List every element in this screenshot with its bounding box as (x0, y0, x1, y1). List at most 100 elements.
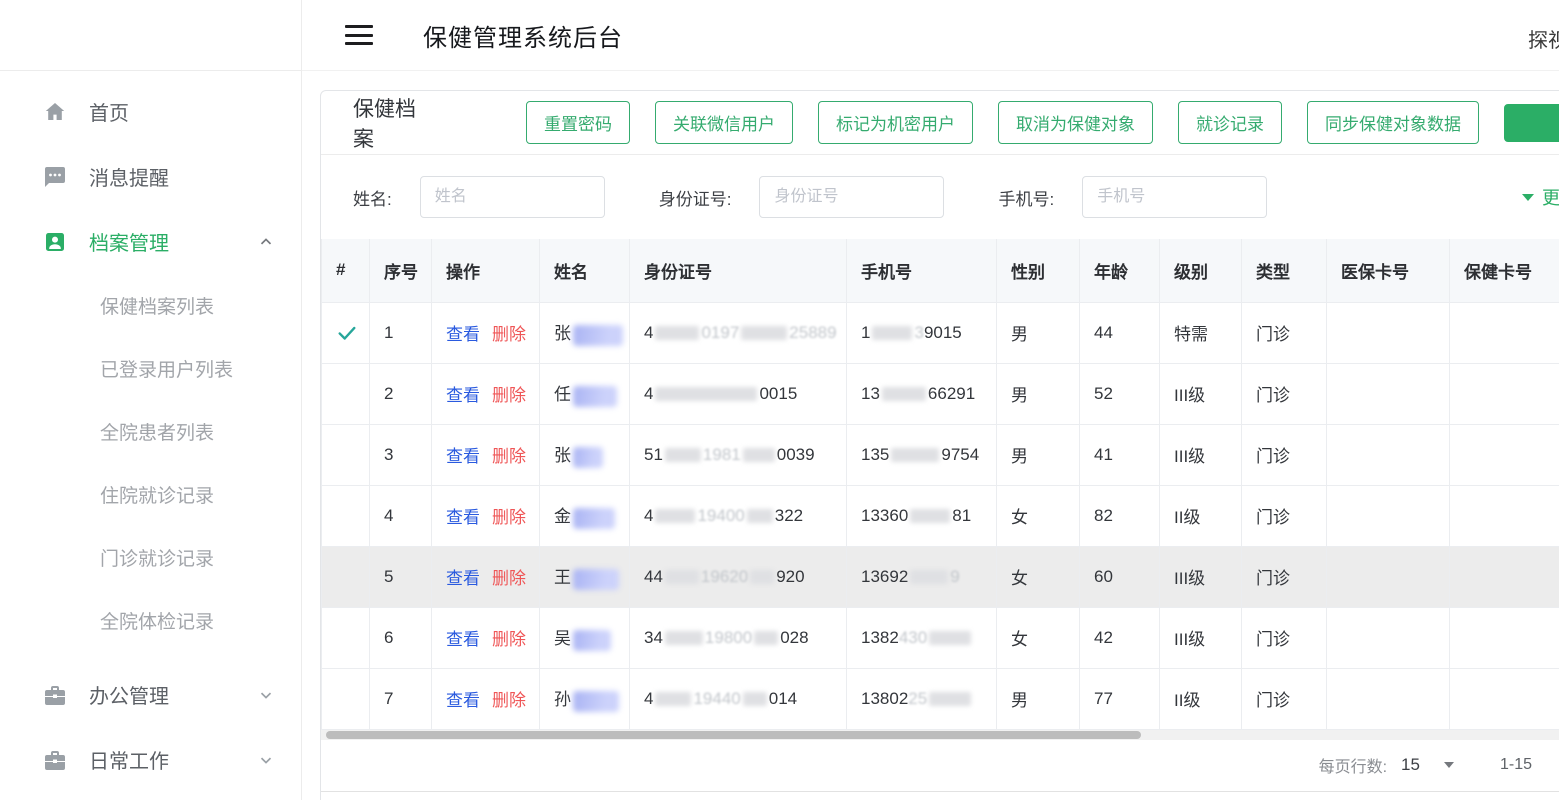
menu-hamburger-icon[interactable] (345, 25, 373, 45)
redacted-name-block (573, 447, 603, 468)
view-link[interactable]: 查看 (446, 569, 480, 588)
col-header-3: 姓名 (540, 239, 630, 302)
visible-text: 34 (644, 628, 663, 647)
table-row[interactable]: 3查看删除张51198100391359754男41III级门诊 (322, 424, 1559, 485)
visible-text: 9015 (924, 323, 962, 342)
level-cell: III级 (1160, 424, 1242, 485)
visible-text: 1 (861, 323, 870, 342)
rows-per-page-dropdown-icon[interactable] (1444, 762, 1454, 768)
table-row[interactable]: 2查看删除任400151366291男52III级门诊 (322, 363, 1559, 424)
actions-cell: 查看删除 (432, 302, 540, 363)
sidebar-subitem-2[interactable]: 全院患者列表 (0, 400, 301, 463)
scrollbar-thumb[interactable] (326, 731, 1141, 739)
health-card-cell (1450, 668, 1559, 729)
delete-link[interactable]: 删除 (492, 569, 526, 588)
filter-bar: 姓名:身份证号:手机号: 更多筛选 (321, 155, 1559, 239)
id-cell: 5119810039 (630, 424, 847, 485)
name-cell: 孙 (540, 668, 630, 729)
sidebar-item-3[interactable]: 办公管理 (0, 662, 301, 727)
delete-link[interactable]: 删除 (492, 325, 526, 344)
delete-link[interactable]: 删除 (492, 386, 526, 405)
action-button-4[interactable]: 就诊记录 (1178, 101, 1282, 144)
delete-link[interactable]: 删除 (492, 508, 526, 527)
filter-input-0[interactable] (420, 176, 605, 218)
col-header-4: 身份证号 (630, 239, 847, 302)
view-link[interactable]: 查看 (446, 325, 480, 344)
level-cell: III级 (1160, 546, 1242, 607)
redacted-block (929, 631, 971, 645)
action-button-3[interactable]: 取消为保健对象 (998, 101, 1153, 144)
view-link[interactable]: 查看 (446, 447, 480, 466)
age-cell: 82 (1080, 485, 1160, 546)
app-title: 保健管理系统后台 (423, 18, 623, 53)
filter-input-2[interactable] (1082, 176, 1267, 218)
sidebar-subitem-4[interactable]: 门诊就诊记录 (0, 526, 301, 589)
main-area: 保健管理系统后台 探视 保健档案 重置密码关联微信用户标记为机密用户取消为保健对… (302, 0, 1559, 800)
health-card-cell (1450, 607, 1559, 668)
level-cell: III级 (1160, 607, 1242, 668)
age-cell: 60 (1080, 546, 1160, 607)
sidebar-subitem-5[interactable]: 全院体检记录 (0, 589, 301, 652)
visible-text: 920 (776, 567, 804, 586)
action-button-1[interactable]: 关联微信用户 (655, 101, 793, 144)
check-cell (322, 485, 370, 546)
view-link[interactable]: 查看 (446, 691, 480, 710)
header-right-link[interactable]: 探视 (1528, 24, 1559, 53)
redacted-faint-text: 19440 (693, 689, 740, 708)
actions-cell: 查看删除 (432, 363, 540, 424)
name-cell: 张 (540, 424, 630, 485)
sidebar-subitem-1[interactable]: 已登录用户列表 (0, 337, 301, 400)
delete-link[interactable]: 删除 (492, 630, 526, 649)
name-cell: 王 (540, 546, 630, 607)
sidebar-item-4[interactable]: 日常工作 (0, 727, 301, 792)
more-filters-link[interactable]: 更多筛选 (1522, 184, 1559, 210)
sidebar-item-0[interactable]: 首页 (0, 79, 301, 144)
action-button-5[interactable]: 同步保健对象数据 (1307, 101, 1479, 144)
sidebar: 首页消息提醒档案管理保健档案列表已登录用户列表全院患者列表住院就诊记录门诊就诊记… (0, 0, 302, 800)
action-button-0[interactable]: 重置密码 (526, 101, 630, 144)
col-header-5: 手机号 (847, 239, 997, 302)
delete-link[interactable]: 删除 (492, 691, 526, 710)
check-cell (322, 607, 370, 668)
table-row[interactable]: 4查看删除金4194003221336081女82II级门诊 (322, 485, 1559, 546)
view-link[interactable]: 查看 (446, 386, 480, 405)
chevron-down-icon (1522, 194, 1534, 201)
visible-text: 028 (780, 628, 808, 647)
level-cell: III级 (1160, 363, 1242, 424)
table-row[interactable]: 7查看删除孙4194400141380225男77II级门诊 (322, 668, 1559, 729)
view-link[interactable]: 查看 (446, 630, 480, 649)
chevron-down-icon (257, 751, 275, 769)
filter-label: 姓名: (353, 185, 392, 210)
app-header: 保健管理系统后台 探视 (302, 0, 1559, 71)
redacted-faint-text: 0197 (701, 323, 739, 342)
redacted-block (891, 448, 939, 462)
visible-text: 13 (861, 384, 880, 403)
id-cell: 4419620920 (630, 546, 847, 607)
table-row[interactable]: 5查看删除王4419620920136929女60III级门诊 (322, 546, 1559, 607)
horizontal-scrollbar[interactable] (321, 730, 1559, 740)
sidebar-subitem-0[interactable]: 保健档案列表 (0, 274, 301, 337)
sidebar-item-2[interactable]: 档案管理 (0, 209, 301, 274)
redacted-block (754, 631, 778, 645)
filter-label: 手机号: (998, 185, 1054, 210)
visible-text: 9754 (941, 445, 979, 464)
age-cell: 44 (1080, 302, 1160, 363)
view-link[interactable]: 查看 (446, 508, 480, 527)
medical-card-cell (1327, 424, 1450, 485)
redacted-faint-text: 9 (950, 567, 959, 586)
filter-input-1[interactable] (759, 176, 944, 218)
action-button-2[interactable]: 标记为机密用户 (818, 101, 973, 144)
redacted-block (910, 570, 948, 584)
table-row[interactable]: 1查看删除张4019725889139015男44特需门诊 (322, 302, 1559, 363)
clipped-primary-button[interactable] (1504, 104, 1559, 142)
gender-cell: 男 (997, 424, 1080, 485)
records-table: #序号操作姓名身份证号手机号性别年龄级别类型医保卡号保健卡号 1查看删除张401… (321, 239, 1559, 730)
health-card-cell (1450, 485, 1559, 546)
delete-link[interactable]: 删除 (492, 447, 526, 466)
rows-per-page-value[interactable]: 15 (1401, 755, 1420, 775)
sidebar-subitem-3[interactable]: 住院就诊记录 (0, 463, 301, 526)
sidebar-item-1[interactable]: 消息提醒 (0, 144, 301, 209)
col-header-1: 序号 (370, 239, 432, 302)
table-header-row: #序号操作姓名身份证号手机号性别年龄级别类型医保卡号保健卡号 (322, 239, 1559, 302)
table-row[interactable]: 6查看删除吴34198000281382430女42III级门诊 (322, 607, 1559, 668)
